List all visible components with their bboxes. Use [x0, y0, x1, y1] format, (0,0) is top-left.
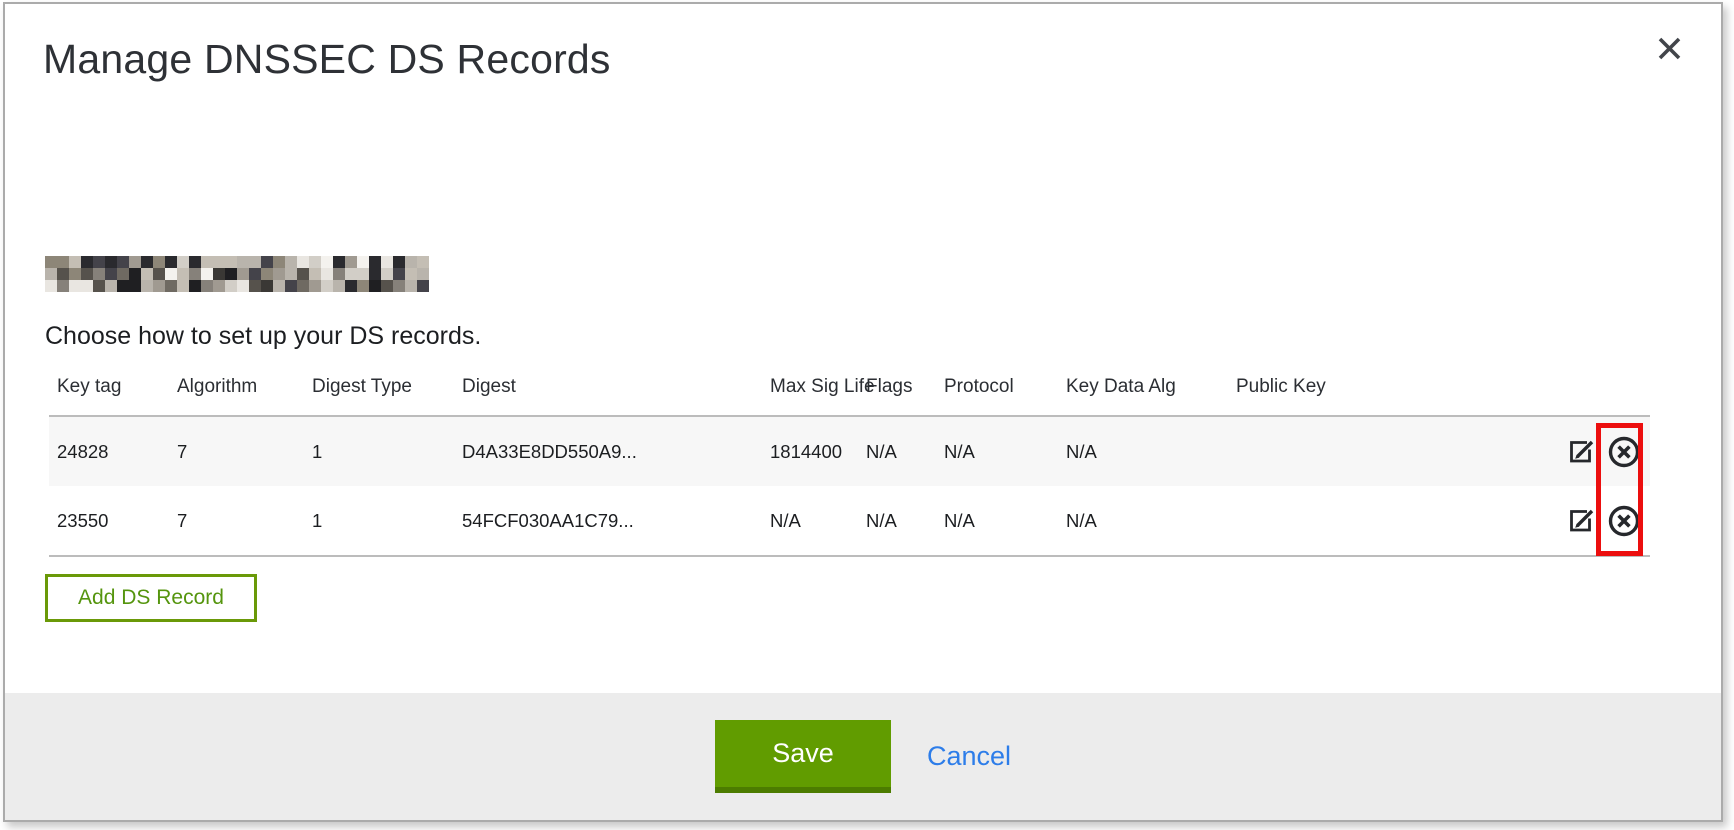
cell-protocol: N/A	[936, 486, 1058, 556]
cell-key-data-alg: N/A	[1058, 486, 1228, 556]
edit-record-button[interactable]	[1565, 505, 1596, 536]
cell-digest-type: 1	[304, 486, 454, 556]
add-ds-record-button[interactable]: Add DS Record	[45, 574, 257, 622]
manage-dnssec-ds-records-modal: Manage DNSSEC DS Records Choose how to s…	[3, 2, 1723, 822]
table-row: 23550 7 1 54FCF030AA1C79... N/A N/A N/A …	[49, 486, 1650, 556]
modal-footer: Save Cancel	[5, 693, 1721, 820]
redacted-domain-name	[45, 256, 429, 292]
edit-icon	[1565, 436, 1596, 467]
cell-key-data-alg: N/A	[1058, 416, 1228, 486]
cell-actions	[1557, 486, 1650, 556]
cell-key-tag: 23550	[49, 486, 169, 556]
edit-icon	[1565, 505, 1596, 536]
cell-actions	[1557, 416, 1650, 486]
col-header-digest-type: Digest Type	[304, 374, 454, 416]
save-button[interactable]: Save	[715, 720, 891, 793]
cell-digest: 54FCF030AA1C79...	[454, 486, 762, 556]
cell-algorithm: 7	[169, 486, 304, 556]
modal-title: Manage DNSSEC DS Records	[43, 34, 1721, 84]
close-button[interactable]	[1651, 30, 1687, 66]
cell-protocol: N/A	[936, 416, 1058, 486]
close-icon	[1656, 35, 1683, 62]
col-header-algorithm: Algorithm	[169, 374, 304, 416]
col-header-key-data-alg: Key Data Alg	[1058, 374, 1228, 416]
table-header-row: Key tag Algorithm Digest Type Digest Max…	[49, 374, 1650, 416]
col-header-digest: Digest	[454, 374, 762, 416]
col-header-max-sig-life: Max Sig Life	[762, 374, 858, 416]
cell-digest-type: 1	[304, 416, 454, 486]
delete-record-button[interactable]	[1606, 503, 1642, 539]
cell-max-sig-life: N/A	[762, 486, 858, 556]
col-header-public-key: Public Key	[1228, 374, 1557, 416]
delete-x-circle-icon	[1606, 434, 1642, 470]
cell-public-key	[1228, 416, 1557, 486]
col-header-key-tag: Key tag	[49, 374, 169, 416]
modal-body: Manage DNSSEC DS Records Choose how to s…	[5, 4, 1721, 820]
cell-max-sig-life: 1814400	[762, 416, 858, 486]
cancel-link[interactable]: Cancel	[927, 741, 1011, 772]
col-header-actions	[1557, 374, 1650, 416]
edit-record-button[interactable]	[1565, 436, 1596, 467]
delete-record-button[interactable]	[1606, 434, 1642, 470]
delete-x-circle-icon	[1606, 503, 1642, 539]
instruction-text: Choose how to set up your DS records.	[45, 320, 1721, 352]
cell-public-key	[1228, 486, 1557, 556]
cell-key-tag: 24828	[49, 416, 169, 486]
cell-digest: D4A33E8DD550A9...	[454, 416, 762, 486]
col-header-flags: Flags	[858, 374, 936, 416]
table-row: 24828 7 1 D4A33E8DD550A9... 1814400 N/A …	[49, 416, 1650, 486]
cell-flags: N/A	[858, 486, 936, 556]
cell-algorithm: 7	[169, 416, 304, 486]
col-header-protocol: Protocol	[936, 374, 1058, 416]
cell-flags: N/A	[858, 416, 936, 486]
ds-records-table: Key tag Algorithm Digest Type Digest Max…	[49, 374, 1650, 557]
